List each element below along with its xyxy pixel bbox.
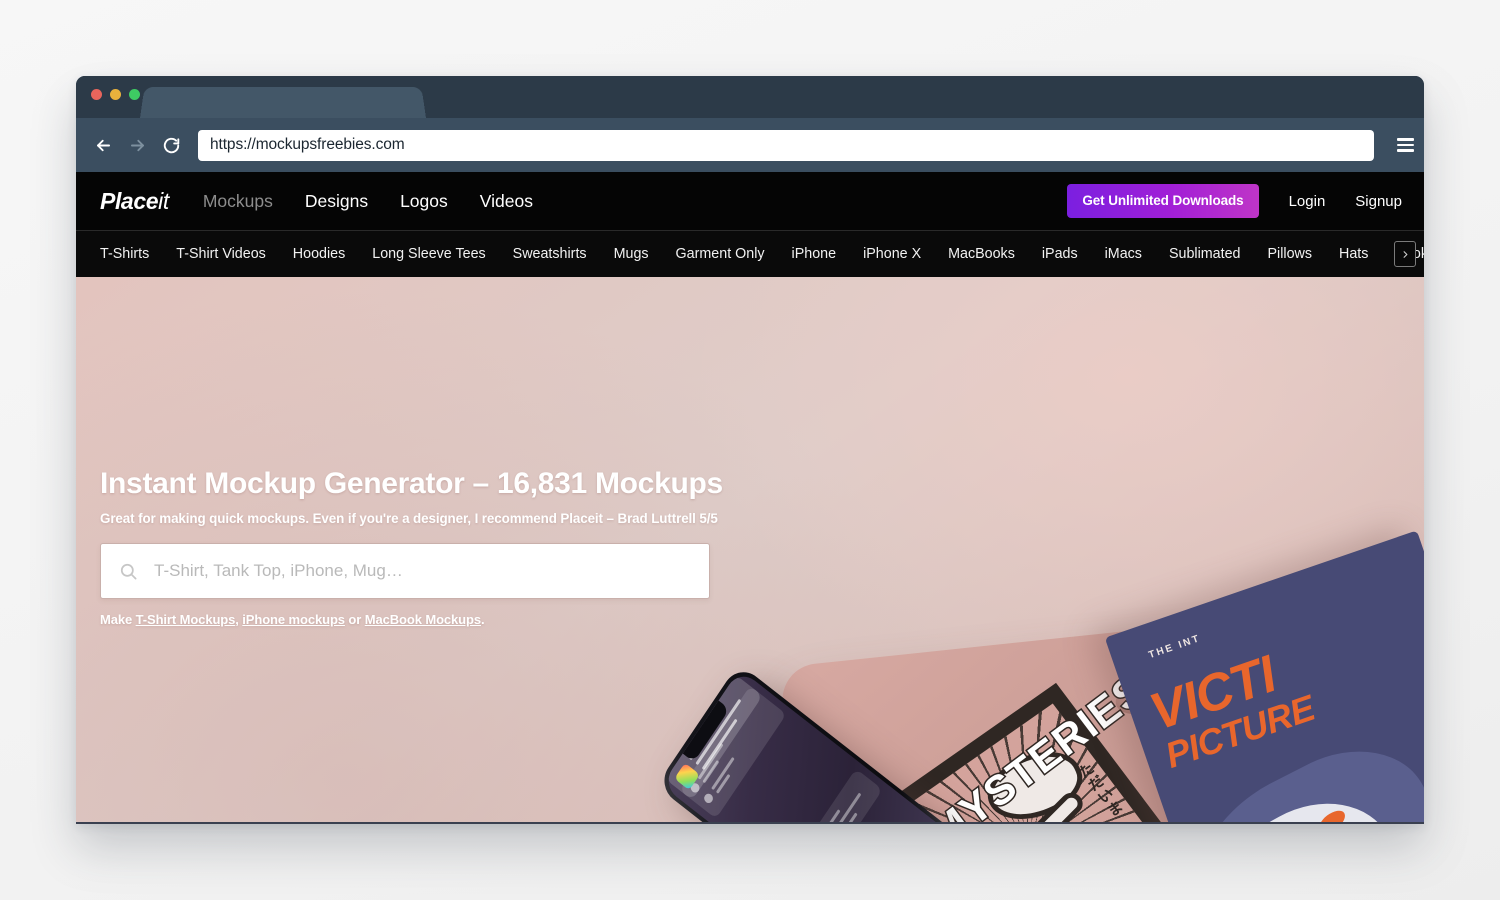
make-mockups-line: Make T-Shirt Mockups, iPhone mockups or …: [100, 612, 760, 627]
hero-copy: Instant Mockup Generator – 16,831 Mockup…: [100, 467, 760, 627]
arrow-right-icon[interactable]: [120, 128, 154, 162]
phone-notification: [785, 768, 883, 824]
link-macbook-mockups[interactable]: MacBook Mockups: [365, 612, 481, 627]
main-navigation: Mockups Designs Logos Videos: [203, 191, 533, 212]
url-text: https://mockupsfreebies.com: [210, 136, 405, 153]
category-item-t-shirts[interactable]: T-Shirts: [100, 246, 149, 262]
category-item-imacs[interactable]: iMacs: [1105, 246, 1142, 262]
book-kicker-text: THE INT: [1147, 632, 1203, 662]
page-title: Instant Mockup Generator – 16,831 Mockup…: [100, 467, 723, 500]
browser-window: https://mockupsfreebies.com Placeit Mock…: [76, 76, 1424, 824]
close-window-button[interactable]: [91, 89, 102, 100]
window-bottom-edge: [76, 822, 1424, 824]
get-unlimited-downloads-button[interactable]: Get Unlimited Downloads: [1067, 184, 1259, 218]
nav-item-logos[interactable]: Logos: [400, 191, 448, 212]
link-tshirt-mockups[interactable]: T-Shirt Mockups: [136, 612, 236, 627]
search-icon: [119, 562, 138, 581]
header-actions: Get Unlimited Downloads Login Signup: [1067, 184, 1402, 218]
category-item-pillows[interactable]: Pillows: [1268, 246, 1313, 262]
page-root: https://mockupsfreebies.com Placeit Mock…: [0, 0, 1500, 900]
category-item-iphone[interactable]: iPhone: [792, 246, 837, 262]
signup-link[interactable]: Signup: [1355, 193, 1402, 210]
category-item-ipads[interactable]: iPads: [1042, 246, 1078, 262]
browser-tab[interactable]: [140, 87, 426, 118]
reload-icon[interactable]: [154, 128, 188, 162]
login-link[interactable]: Login: [1289, 193, 1326, 210]
category-item-sweatshirts[interactable]: Sweatshirts: [513, 246, 587, 262]
logo-light-text: it: [158, 187, 169, 214]
category-item-garment-only[interactable]: Garment Only: [676, 246, 765, 262]
nav-item-videos[interactable]: Videos: [480, 191, 533, 212]
nav-item-mockups[interactable]: Mockups: [203, 191, 273, 212]
window-traffic-lights: [91, 89, 140, 100]
category-item-macbooks[interactable]: MacBooks: [948, 246, 1015, 262]
make-suffix-text: .: [481, 612, 485, 627]
category-item-long-sleeve-tees[interactable]: Long Sleeve Tees: [372, 246, 485, 262]
category-item-hats[interactable]: Hats: [1339, 246, 1368, 262]
hero-subtitle: Great for making quick mockups. Even if …: [100, 511, 718, 526]
arrow-left-icon[interactable]: [86, 128, 120, 162]
search-input[interactable]: [154, 561, 691, 581]
mockup-search-box[interactable]: [100, 543, 710, 599]
link-iphone-mockups[interactable]: iPhone mockups: [242, 612, 345, 627]
chevron-right-icon[interactable]: [1394, 241, 1416, 267]
placeit-logo[interactable]: Placeit: [100, 188, 169, 215]
browser-titlebar: [76, 76, 1424, 118]
nav-item-designs[interactable]: Designs: [305, 191, 368, 212]
hero-section: ただいま MYSTERIES KAIJU TEAM: [76, 277, 1424, 824]
category-item-hoodies[interactable]: Hoodies: [293, 246, 345, 262]
category-items: T-Shirts T-Shirt Videos Hoodies Long Sle…: [100, 246, 1424, 262]
category-item-t-shirt-videos[interactable]: T-Shirt Videos: [176, 246, 266, 262]
address-bar[interactable]: https://mockupsfreebies.com: [198, 129, 1374, 161]
make-prefix-text: Make: [100, 612, 136, 627]
make-separator-2: or: [344, 612, 365, 627]
maximize-window-button[interactable]: [129, 89, 140, 100]
logo-bold-text: Place: [100, 187, 159, 214]
site-header: Placeit Mockups Designs Logos Videos Get…: [76, 172, 1424, 230]
hamburger-menu-icon[interactable]: [1386, 118, 1424, 172]
category-item-iphone-x[interactable]: iPhone X: [863, 246, 921, 262]
browser-toolbar: https://mockupsfreebies.com: [76, 118, 1424, 172]
minimize-window-button[interactable]: [110, 89, 121, 100]
category-item-mugs[interactable]: Mugs: [614, 246, 649, 262]
category-item-sublimated[interactable]: Sublimated: [1169, 246, 1241, 262]
category-navigation: T-Shirts T-Shirt Videos Hoodies Long Sle…: [76, 230, 1424, 277]
